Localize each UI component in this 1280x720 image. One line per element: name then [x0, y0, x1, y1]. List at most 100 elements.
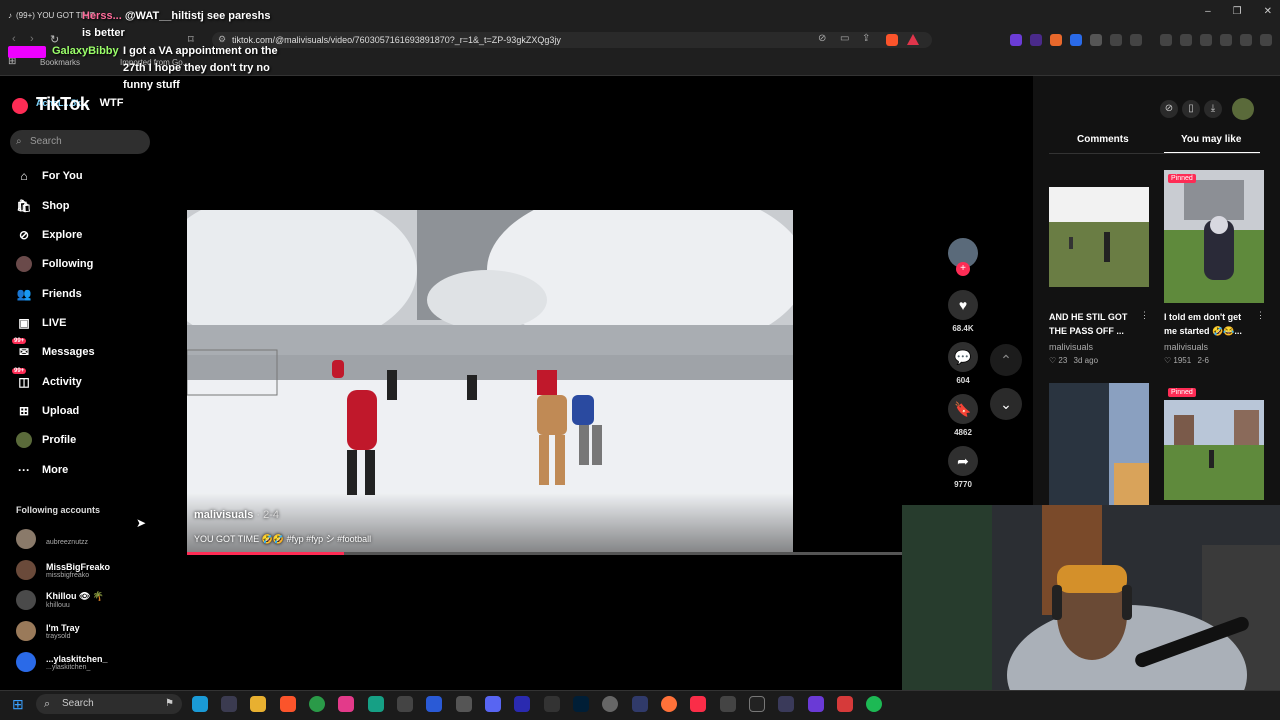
brave-rewards-icon[interactable]: [907, 34, 919, 45]
compass-icon[interactable]: ⊘: [1160, 100, 1178, 118]
app-icon[interactable]: [778, 696, 794, 712]
next-video-button[interactable]: ⌄: [990, 388, 1022, 420]
previous-video-button[interactable]: ⌃: [990, 344, 1022, 376]
video-author[interactable]: malivisuals · 2-4: [194, 509, 279, 521]
video-progress-fill: [187, 552, 345, 555]
game-controller-icon[interactable]: [456, 696, 472, 712]
sidebar-item-more[interactable]: ··· More: [16, 460, 68, 480]
extension-icon[interactable]: [1050, 34, 1062, 46]
more-options-icon[interactable]: ⋮: [1140, 310, 1149, 321]
sidebar-item-activity[interactable]: ◫ 99+ Activity: [12, 368, 82, 392]
media-icon[interactable]: [1160, 34, 1172, 46]
suggested-video-thumbnail[interactable]: Pinned: [1164, 170, 1264, 303]
app-icon[interactable]: [368, 696, 384, 712]
share-icon[interactable]: ⇪: [862, 33, 870, 44]
sidebar-item-following[interactable]: Following: [16, 254, 93, 274]
discord-icon[interactable]: [485, 696, 501, 712]
following-account[interactable]: MissBigFreako missbigfreako: [16, 558, 110, 582]
suggested-video-thumbnail[interactable]: [1049, 187, 1149, 287]
app-icon[interactable]: [808, 696, 824, 712]
tab-you-may-like[interactable]: You may like: [1181, 134, 1241, 145]
download-icon[interactable]: ⤓: [1204, 100, 1222, 118]
menu-icon[interactable]: [1260, 34, 1272, 46]
app-icon[interactable]: [397, 696, 413, 712]
taskbar-search[interactable]: ⌕ Search ⚑: [36, 694, 182, 714]
save-button[interactable]: 🔖 4862: [947, 394, 979, 437]
app-icon[interactable]: [720, 696, 736, 712]
app-icon[interactable]: [544, 696, 560, 712]
suggested-video-thumbnail[interactable]: [1049, 383, 1149, 507]
suggested-video-title[interactable]: AND HE STIL GOT THE PASS OFF ...: [1049, 310, 1145, 338]
screen-icon[interactable]: ▭: [840, 33, 849, 44]
follow-plus-icon[interactable]: +: [956, 262, 970, 276]
firefox-icon[interactable]: [661, 696, 677, 712]
app-icon[interactable]: [514, 696, 530, 712]
thumbnail-image: [1049, 383, 1149, 507]
search-input[interactable]: ⌕ Search: [10, 130, 150, 154]
downloads-icon[interactable]: [1130, 34, 1142, 46]
sidebar-item-friends[interactable]: 👥 Friends: [16, 284, 82, 304]
close-button[interactable]: ✕: [1264, 6, 1272, 17]
sidebar-item-for-you[interactable]: ⌂ For You: [16, 166, 82, 186]
phone-icon[interactable]: ▯: [1182, 100, 1200, 118]
suggested-video-thumbnail[interactable]: [1164, 400, 1264, 500]
following-account[interactable]: aubreeznutzz: [16, 527, 88, 551]
app-icon[interactable]: [338, 696, 354, 712]
cast-icon[interactable]: ⊘: [818, 33, 826, 44]
maximize-button[interactable]: ❐: [1233, 6, 1242, 17]
creator-avatar-button[interactable]: +: [947, 238, 979, 276]
following-account[interactable]: ...ylaskitchen_ ...ylaskitchen_: [16, 650, 108, 674]
share-button[interactable]: ➦ 9770: [947, 446, 979, 489]
photoshop-icon[interactable]: [573, 696, 589, 712]
sidebar-item-profile[interactable]: Profile: [16, 430, 76, 450]
video-date: · 2-4: [256, 509, 280, 521]
video-caption: YOU GOT TIME 🤣🤣 #fyp #fyp シ #football: [194, 534, 372, 544]
wallet-icon[interactable]: [1200, 34, 1212, 46]
like-button[interactable]: ♥ 68.4K: [947, 290, 979, 333]
app-icon[interactable]: [426, 696, 442, 712]
extension-icon[interactable]: [1030, 34, 1042, 46]
app-icon[interactable]: [837, 696, 853, 712]
vpn-icon[interactable]: [1240, 34, 1252, 46]
app-icon[interactable]: [602, 696, 618, 712]
avatar: [16, 529, 36, 549]
comment-button[interactable]: 💬 604: [947, 342, 979, 385]
video-player[interactable]: [187, 210, 793, 553]
sidebar-toggle-icon[interactable]: [1180, 34, 1192, 46]
chrome-icon[interactable]: [309, 696, 325, 712]
app-icon[interactable]: [632, 696, 648, 712]
leo-ai-icon[interactable]: [1220, 34, 1232, 46]
extension-icon[interactable]: [1010, 34, 1022, 46]
edge-icon[interactable]: [192, 696, 208, 712]
windows-start-icon[interactable]: ⊞: [12, 696, 24, 713]
settings-app-icon[interactable]: [221, 696, 237, 712]
video-progress-bar[interactable]: [187, 552, 902, 555]
more-options-icon[interactable]: ⋮: [1256, 310, 1265, 321]
tab-comments[interactable]: Comments: [1077, 134, 1129, 145]
suggested-video-author[interactable]: malivisuals: [1164, 342, 1208, 352]
brave-shield-icon[interactable]: [886, 34, 898, 46]
following-account[interactable]: Khillou 👁 🌴 khillouu: [16, 588, 104, 612]
sidebar-item-messages[interactable]: ✉ 99+ Messages: [12, 338, 95, 362]
brave-icon[interactable]: [280, 696, 296, 712]
sidebar-item-live[interactable]: ▣ LIVE: [16, 313, 66, 333]
extensions-puzzle-icon[interactable]: [1110, 34, 1122, 46]
suggested-video-title[interactable]: I told em don't get me started 🤣😂...: [1164, 310, 1256, 338]
music-icon[interactable]: [690, 696, 706, 712]
suggested-video-author[interactable]: malivisuals: [1049, 342, 1093, 352]
following-account[interactable]: I'm Tray traysold: [16, 619, 80, 643]
extension-icon[interactable]: [1070, 34, 1082, 46]
tiktok-logo[interactable]: TikTok: [36, 94, 90, 115]
app-icon[interactable]: [749, 696, 765, 712]
heart-icon: ♥: [948, 290, 978, 320]
extension-icon[interactable]: [1090, 34, 1102, 46]
sidebar-item-upload[interactable]: ⊞ Upload: [16, 401, 79, 421]
spotify-icon[interactable]: [866, 696, 882, 712]
sidebar-item-shop[interactable]: 🛍 Shop: [16, 196, 69, 216]
minimize-button[interactable]: –: [1205, 6, 1211, 17]
file-explorer-icon[interactable]: [250, 696, 266, 712]
profile-avatar-icon[interactable]: [1232, 98, 1254, 120]
notification-badge: 99+: [12, 368, 27, 374]
bookmark-icon: 🔖: [948, 394, 978, 424]
sidebar-item-explore[interactable]: ⊘ Explore: [16, 225, 82, 245]
